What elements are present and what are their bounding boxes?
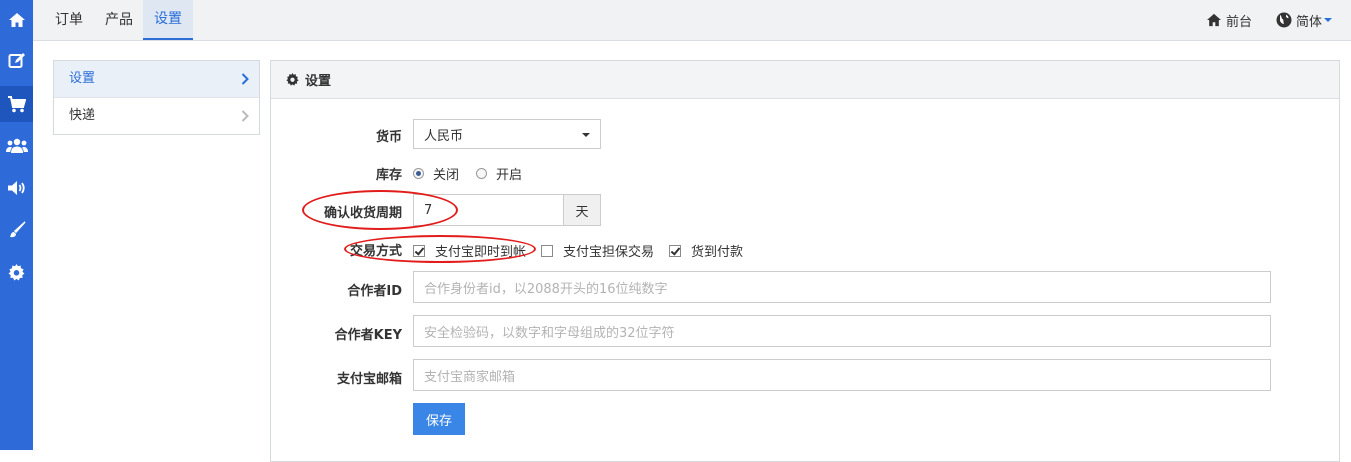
edit-icon[interactable] <box>0 43 33 79</box>
subnav-item-settings[interactable]: 设置 <box>54 61 259 97</box>
panel-title: 设置 <box>305 74 332 89</box>
caret-down-icon <box>582 133 590 137</box>
gear-icon[interactable] <box>0 254 33 290</box>
alipay-email-label: 支付宝邮箱 <box>336 372 402 387</box>
partner-key-placeholder: 安全检验码，以数字和字母组成的32位字符 <box>424 325 675 341</box>
confirm-period-input[interactable]: 7 <box>413 194 564 226</box>
payment-option-alipay-escrow[interactable]: 支付宝担保交易 <box>541 241 654 260</box>
checkbox-label: 支付宝即时到帐 <box>435 245 527 260</box>
subnav-item-label: 设置 <box>69 71 96 86</box>
top-navbar: 订单 产品 设置 前台 简体 <box>33 0 1351 41</box>
language-dropdown[interactable]: 简体 <box>1276 0 1333 40</box>
tab-orders[interactable]: 订单 <box>44 0 94 40</box>
home-icon[interactable] <box>0 2 33 38</box>
radio-label: 关闭 <box>433 168 460 183</box>
subnav-item-express[interactable]: 快递 <box>54 97 259 134</box>
subnav-item-label: 快递 <box>69 108 96 123</box>
stock-radio-on[interactable]: 开启 <box>476 164 522 183</box>
partner-id-label: 合作者ID <box>347 284 402 299</box>
caret-down-icon <box>1324 18 1333 22</box>
checkbox-label: 支付宝担保交易 <box>563 245 655 260</box>
checkbox[interactable] <box>669 244 681 257</box>
alipay-email-input[interactable]: 支付宝商家邮箱 <box>413 359 1271 391</box>
payment-method-label: 交易方式 <box>349 244 402 259</box>
checkbox[interactable] <box>541 244 553 257</box>
payment-option-alipay-instant[interactable]: 支付宝即时到帐 <box>413 241 526 260</box>
language-label: 简体 <box>1296 14 1323 30</box>
stock-label: 库存 <box>375 168 402 183</box>
cart-icon[interactable] <box>0 86 33 122</box>
payment-option-cod[interactable]: 货到付款 <box>669 241 743 260</box>
radio-label: 开启 <box>496 168 523 183</box>
partner-id-placeholder: 合作身份者id，以2088开头的16位纯数字 <box>424 281 668 297</box>
radio-button[interactable] <box>476 168 487 179</box>
home-icon <box>1207 13 1221 27</box>
partner-id-input[interactable]: 合作身份者id，以2088开头的16位纯数字 <box>413 271 1271 303</box>
frontend-label: 前台 <box>1226 14 1253 30</box>
checkbox-label: 货到付款 <box>691 245 744 260</box>
volume-icon[interactable] <box>0 170 33 206</box>
currency-select[interactable]: 人民币 <box>413 119 601 149</box>
alipay-email-placeholder: 支付宝商家邮箱 <box>424 369 516 385</box>
chevron-right-icon <box>241 110 249 122</box>
stock-radio-off[interactable]: 关闭 <box>413 164 459 183</box>
panel-header: 设置 <box>271 61 1339 99</box>
days-unit-addon: 天 <box>563 194 601 226</box>
currency-value: 人民币 <box>424 128 464 144</box>
radio-button[interactable] <box>413 168 424 179</box>
currency-label: 货币 <box>375 130 402 145</box>
tab-settings[interactable]: 设置 <box>143 0 193 40</box>
gear-icon <box>286 73 299 86</box>
tab-products[interactable]: 产品 <box>94 0 144 40</box>
brush-icon[interactable] <box>0 212 33 248</box>
confirm-period-label: 确认收货周期 <box>323 206 402 221</box>
settings-subnav: 设置 快递 <box>53 60 260 135</box>
confirm-period-value: 7 <box>424 202 433 218</box>
partner-key-label: 合作者KEY <box>334 328 402 343</box>
save-button[interactable]: 保存 <box>413 403 465 435</box>
icon-sidebar <box>0 0 33 450</box>
checkbox[interactable] <box>413 244 425 257</box>
globe-icon <box>1276 12 1292 28</box>
chevron-right-icon <box>241 73 249 85</box>
users-icon[interactable] <box>0 128 33 164</box>
partner-key-input[interactable]: 安全检验码，以数字和字母组成的32位字符 <box>413 315 1271 347</box>
frontend-link[interactable]: 前台 <box>1206 0 1252 40</box>
